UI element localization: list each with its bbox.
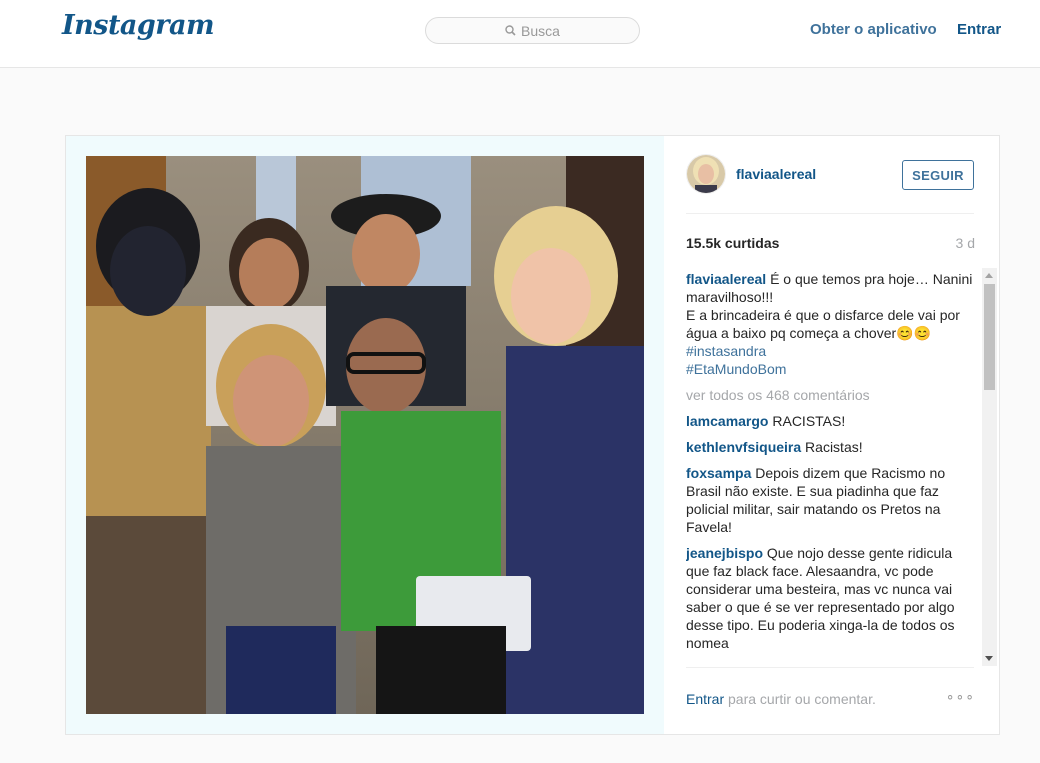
search-input[interactable]: Busca <box>425 17 640 44</box>
more-options-icon[interactable]: ∘∘∘ <box>946 688 975 705</box>
avatar[interactable] <box>686 154 726 194</box>
instagram-logo[interactable]: Instagram <box>62 10 215 41</box>
post-media-pane <box>66 136 664 734</box>
comment-item: kethlenvfsiqueira Racistas! <box>686 438 976 456</box>
view-all-comments-link[interactable]: ver todos os 468 comentários <box>686 386 976 404</box>
login-prompt-text: para curtir ou comentar. <box>724 691 876 707</box>
comment-item: foxsampa Depois dizem que Racismo no Bra… <box>686 464 976 536</box>
likes-count[interactable]: 15.5k curtidas <box>686 235 779 251</box>
avatar-image <box>687 155 725 193</box>
comment-username[interactable]: lamcamargo <box>686 413 768 429</box>
caption: flaviaalereal É o que temos pra hoje… Na… <box>686 270 976 378</box>
login-link[interactable]: Entrar <box>957 21 1001 38</box>
get-app-link[interactable]: Obter o aplicativo <box>810 21 937 38</box>
post-time[interactable]: 3 d <box>956 235 975 251</box>
post-photo[interactable] <box>86 156 644 714</box>
hashtag-link[interactable]: #EtaMundoBom <box>686 360 976 378</box>
scroll-down-arrow-icon[interactable] <box>985 656 993 661</box>
comment-username[interactable]: foxsampa <box>686 465 751 481</box>
header-divider <box>686 213 974 214</box>
top-navigation-bar: Instagram Busca Obter o aplicativo Entra… <box>0 0 1040 68</box>
search-icon <box>505 25 516 36</box>
post-username[interactable]: flaviaalereal <box>736 166 816 182</box>
scroll-up-arrow-icon[interactable] <box>985 273 993 278</box>
login-to-comment-link[interactable]: Entrar <box>686 691 724 707</box>
caption-text-2: E a brincadeira é que o disfarce dele va… <box>686 307 960 341</box>
comment-text: RACISTAS! <box>772 413 846 429</box>
follow-button[interactable]: SEGUIR <box>902 160 974 190</box>
comments-scrollbar[interactable] <box>982 268 997 666</box>
hashtag-link[interactable]: #instasandra <box>686 342 976 360</box>
comment-item: lamcamargo RACISTAS! <box>686 412 976 430</box>
group-photo-illustration <box>86 156 644 714</box>
comment-username[interactable]: kethlenvfsiqueira <box>686 439 801 455</box>
comment-username[interactable]: jeanejbispo <box>686 545 763 561</box>
post-card: flaviaalereal SEGUIR 15.5k curtidas 3 d … <box>65 135 1000 735</box>
footer-divider <box>686 667 974 668</box>
comment-text: Racistas! <box>805 439 863 455</box>
post-sidebar: flaviaalereal SEGUIR 15.5k curtidas 3 d … <box>664 136 999 734</box>
scrollbar-thumb[interactable] <box>984 284 995 390</box>
search-placeholder: Busca <box>521 22 560 39</box>
comment-item: jeanejbispo Que nojo desse gente ridicul… <box>686 544 976 652</box>
login-to-comment-prompt: Entrar para curtir ou comentar. <box>686 691 876 707</box>
caption-username[interactable]: flaviaalereal <box>686 271 766 287</box>
comments-list[interactable]: flaviaalereal É o que temos pra hoje… Na… <box>686 270 976 666</box>
